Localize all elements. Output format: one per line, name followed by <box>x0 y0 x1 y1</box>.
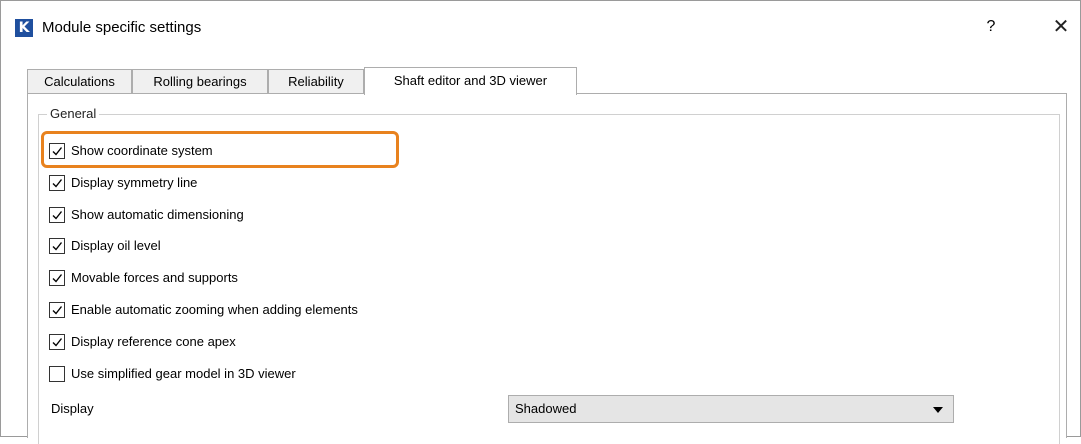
option-label: Display oil level <box>71 238 161 253</box>
group-title: General <box>47 106 100 121</box>
display-select[interactable]: Shadowed <box>508 395 954 423</box>
settings-dialog: K Module specific settings ? ✕ Calculati… <box>0 0 1081 444</box>
option-show-automatic-dimensioning[interactable]: Show automatic dimensioning <box>49 206 244 224</box>
option-label: Display symmetry line <box>71 175 198 190</box>
option-movable-forces-and-supports[interactable]: Movable forces and supports <box>49 269 238 287</box>
display-select-value: Shadowed <box>515 401 577 416</box>
checkbox-checked-icon[interactable] <box>49 143 65 159</box>
checkbox-checked-icon[interactable] <box>49 302 65 318</box>
checkbox-checked-icon[interactable] <box>49 207 65 223</box>
option-label: Enable automatic zooming when adding ele… <box>71 302 358 317</box>
option-use-simplified-gear-model[interactable]: Use simplified gear model in 3D viewer <box>49 365 296 383</box>
tab-reliability[interactable]: Reliability <box>268 69 364 94</box>
app-logo-icon: K <box>15 19 33 37</box>
tab-bar: Calculations Rolling bearings Reliabilit… <box>27 67 1067 95</box>
close-button[interactable]: ✕ <box>1047 15 1075 39</box>
option-show-coordinate-system[interactable]: Show coordinate system <box>49 142 213 160</box>
option-label: Show automatic dimensioning <box>71 207 244 222</box>
display-label: Display <box>51 401 94 416</box>
tab-rolling-bearings[interactable]: Rolling bearings <box>132 69 268 94</box>
option-display-reference-cone-apex[interactable]: Display reference cone apex <box>49 333 236 351</box>
option-enable-automatic-zooming[interactable]: Enable automatic zooming when adding ele… <box>49 301 358 319</box>
option-label: Display reference cone apex <box>71 334 236 349</box>
tab-calculations[interactable]: Calculations <box>27 69 132 94</box>
checkbox-checked-icon[interactable] <box>49 270 65 286</box>
help-button[interactable]: ? <box>979 16 1003 38</box>
tab-shaft-editor-3d-viewer[interactable]: Shaft editor and 3D viewer <box>364 67 577 95</box>
option-label: Use simplified gear model in 3D viewer <box>71 366 296 381</box>
checkbox-checked-icon[interactable] <box>49 334 65 350</box>
title-bar: K Module specific settings ? ✕ <box>1 1 1080 47</box>
option-display-symmetry-line[interactable]: Display symmetry line <box>49 174 197 192</box>
checkbox-checked-icon[interactable] <box>49 238 65 254</box>
option-display-oil-level[interactable]: Display oil level <box>49 237 161 255</box>
option-label: Show coordinate system <box>71 143 213 158</box>
dropdown-arrow-icon <box>933 407 943 413</box>
option-label: Movable forces and supports <box>71 270 238 285</box>
checkbox-checked-icon[interactable] <box>49 175 65 191</box>
dialog-title: Module specific settings <box>42 19 202 36</box>
checkbox-unchecked-icon[interactable] <box>49 366 65 382</box>
